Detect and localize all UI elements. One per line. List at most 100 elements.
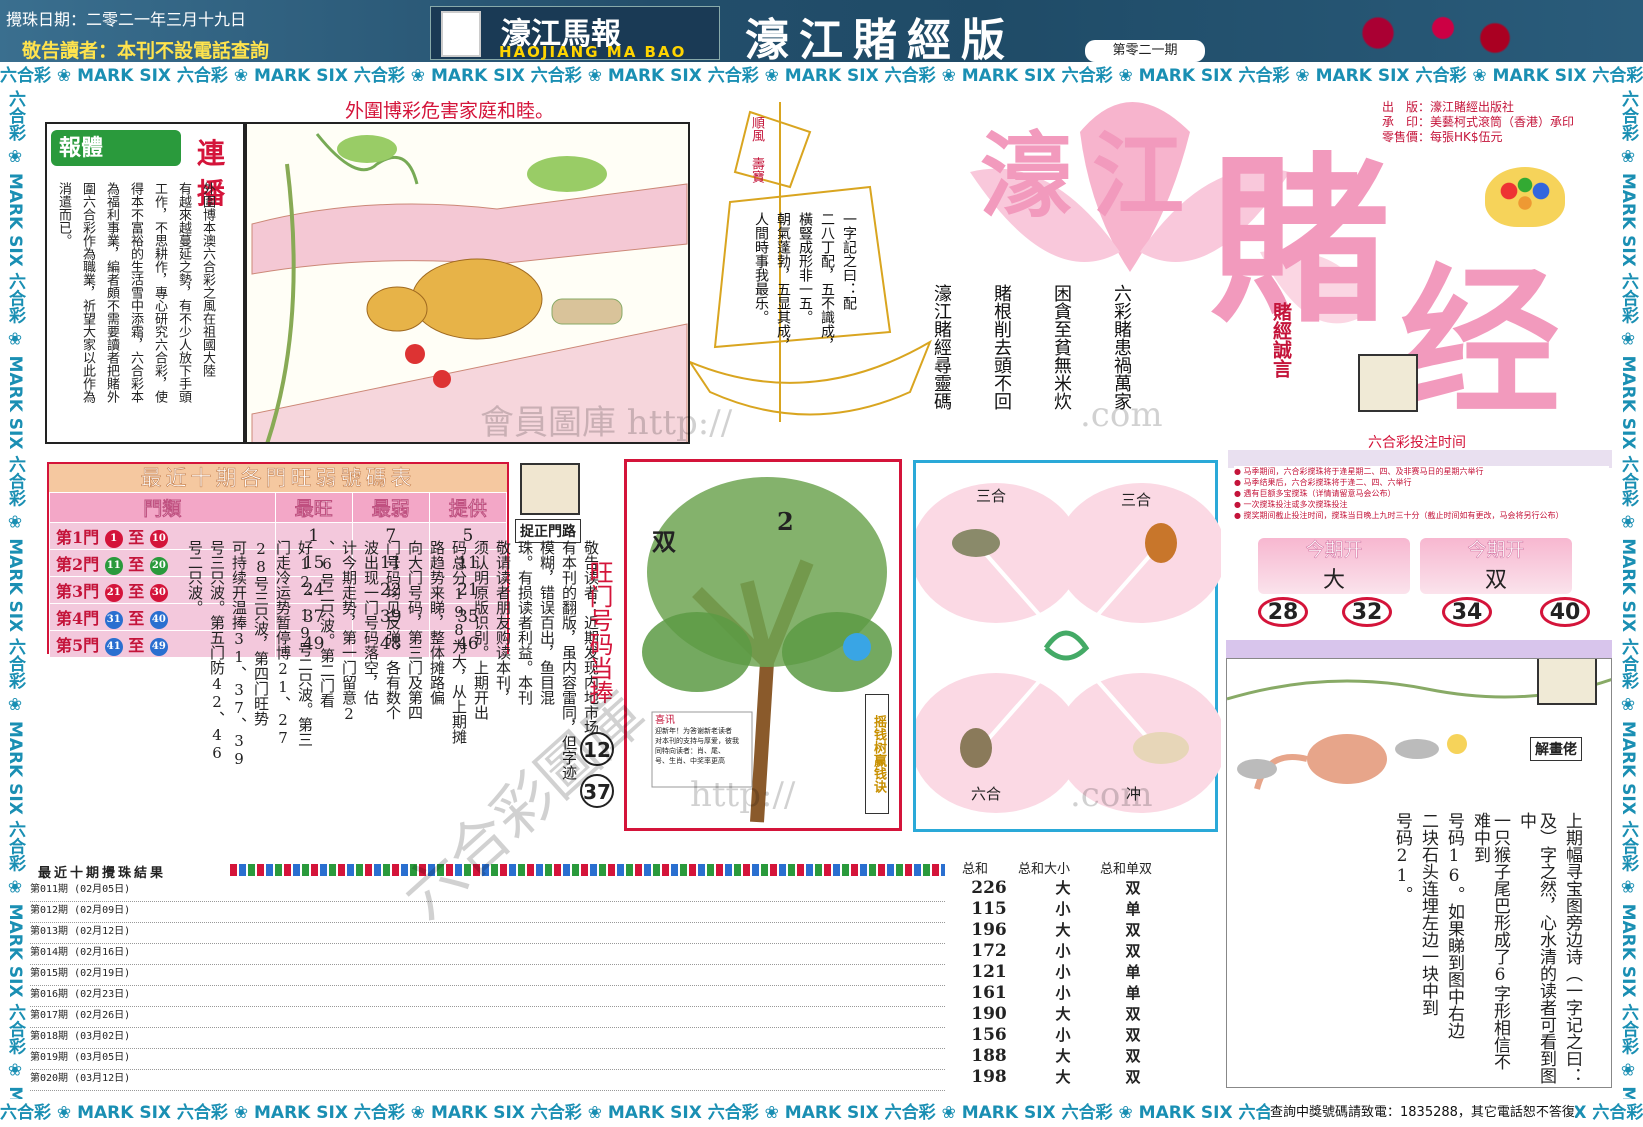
sum-cell: 198 — [971, 1067, 1007, 1087]
sum-cell: 115 — [971, 899, 1007, 919]
border-strip-left: 六合彩 ❀ MARK SIX 六合彩 ❀ MARK SIX 六合彩 ❀ MARK… — [0, 90, 30, 1099]
mini-notice: 喜讯 迎新年！为答谢新老读者 对本刊的支持与厚爱，彼我 同特向读者：肖、尾、 号… — [655, 716, 751, 766]
fireworks-decoration — [1300, 8, 1560, 58]
period-cell: 第017期 (02月26日) — [30, 1010, 131, 1021]
title-haojiang: 濠江 — [980, 122, 1205, 230]
period-cell: 第019期 (03月05日) — [30, 1052, 131, 1063]
petal-drawing — [916, 483, 1221, 813]
period-cell: 第016期 (02月23日) — [30, 989, 131, 1000]
price-line: 零售價：每張HK$伍元 — [1382, 130, 1503, 144]
ball-number-header — [230, 864, 945, 876]
size-cell: 小 — [1055, 900, 1071, 918]
tree-drawing — [642, 477, 892, 823]
analysis-line: 、6号二只波。第二门看 — [318, 540, 336, 708]
analysis-line: 模糊，错误百出，鱼目混 — [538, 540, 556, 705]
table-row: 第020期 (03月12日) — [30, 1069, 945, 1091]
pig-illustration — [251, 133, 688, 442]
mini-notice-line: 号、生肖、中奖率更高 — [655, 757, 725, 765]
totals-row: 188 大 双 — [950, 1045, 1170, 1066]
analysis-line: 门走冷运势暂停博21、27 — [274, 540, 292, 747]
door-name: 第2門 — [56, 555, 100, 574]
analysis-line: 波出现一门号码落空，估 — [362, 540, 380, 705]
bet-info-line: ● 马季期间，六合彩搅珠将于逢星期二、四、及非赛马日的星期六举行 — [1234, 467, 1484, 476]
parity-header: 总和单双 — [1100, 862, 1153, 877]
warning-line: 濠江賭經尋靈碼 — [931, 284, 952, 410]
zodiac-label-bottom-left: 六合 — [971, 785, 1002, 803]
mini-notice-line: 迎新年！为答谢新老读者 — [655, 727, 732, 735]
sailboat-poem: 順風 壽寶 一字記之曰：配 二八丁配，五不識成， 橫豎成形非一五。 朝氣蓬勃，五… — [687, 92, 935, 442]
mini-notice-title: 喜讯 — [655, 715, 675, 726]
parity-cell: 双 — [1125, 879, 1141, 897]
period-size-box: 今期开 大 — [1258, 538, 1410, 594]
comic-line: 有越來越蔓延之勢，有不少人放下手頭 — [176, 182, 191, 403]
poem-line: 橫豎成形非一五。 — [797, 212, 813, 324]
totals-row: 161 小 单 — [950, 982, 1170, 1003]
hot-number: 37 — [580, 774, 614, 808]
tree-label-left: 双 — [652, 527, 676, 556]
analysis-line: 好12、19号二只波。第三 — [296, 540, 314, 747]
mini-notice-line: 对本刊的支持与厚爱，彼我 — [655, 737, 739, 745]
comic-caption: 外圍博彩危害家庭和睦。 — [345, 100, 555, 122]
recent-results: 最近十期攪珠結果 第011期 (02月05日) 第012期 (02月09日) 第01… — [30, 862, 945, 1099]
monkey-line: 二块石头连埋左边一块中到 — [1418, 812, 1438, 1016]
pick-number: 28 — [1258, 597, 1308, 627]
comic-badge: 報體 — [51, 130, 181, 166]
parity-cell: 双 — [1125, 1005, 1141, 1023]
parity-cell: 双 — [1125, 1047, 1141, 1065]
comic-badge-label: 報體 — [59, 135, 104, 161]
comic-body: 外圍博本澳六合彩之風在祖國大陸 有越來越蔓延之勢，有不少人放下手頭 工作，不思耕… — [55, 182, 215, 437]
totals-row: 156 小 双 — [950, 1024, 1170, 1045]
period-head: 今期开 — [1305, 539, 1363, 562]
door-name: 第1門 — [56, 528, 100, 547]
totals-column: 总和 总和大小 总和单双 226 大双 115 小单 196 大双 172 小双 121 小单 16… — [950, 858, 1170, 1098]
totals-row: 115 小 单 — [950, 898, 1170, 919]
table-row: 第018期 (03月02日) — [30, 1027, 945, 1049]
totals-header: 总和 总和大小 总和单双 — [962, 858, 1170, 877]
zodiac-panel: 三合 三合 六合 冲 — [913, 460, 1221, 832]
table-row: 第015期 (02月19日) — [30, 964, 945, 986]
period-cell: 第011期 (02月05日) — [30, 884, 131, 895]
comic-line: 消遣而已。 — [56, 182, 71, 247]
sum-cell: 188 — [971, 1046, 1007, 1066]
monkey-line: 上期幅寻宝图旁边诗（一字记之曰： — [1562, 812, 1582, 1084]
edition-title: 濠江賭經版 — [745, 15, 1015, 66]
analysis-line: 敬请读者朋友购读本刊， — [494, 540, 512, 705]
analysis-line: 可持续开温捧31、37、39 — [230, 540, 248, 768]
sum-cell: 172 — [971, 941, 1007, 961]
period-cell: 第013期 (02月12日) — [30, 926, 131, 937]
hand-pointer-icon — [1537, 659, 1597, 705]
column-header: 最弱 — [351, 492, 430, 523]
totals-row: 196 大 双 — [950, 919, 1170, 940]
results-rows: 第011期 (02月05日) 第012期 (02月09日) 第013期 (02月12… — [30, 880, 945, 1099]
table-row: 第014期 (02月16日) — [30, 943, 945, 965]
pick-number: 34 — [1442, 597, 1492, 627]
query-phone-line: 查詢中獎號碼請致電：1835288，其它電話恕不答復 — [1270, 1101, 1575, 1120]
title-gamble: 賭 — [1210, 136, 1391, 347]
publisher-info: 出 版：濠江賭經出版社 承 印：美藝柯式滾筒（香港）承印 零售價：每張HK$伍元 — [1382, 100, 1574, 145]
warning-line: 賭根削去頭不回 — [991, 284, 1012, 410]
bet-info-line: ● 一次搅珠投注或多次搅珠投注 — [1234, 500, 1348, 509]
table-row: 第016期 (02月23日) — [30, 985, 945, 1007]
size-cell: 小 — [1055, 942, 1071, 960]
warning-line: 困貪至貧無米炊 — [1051, 284, 1072, 410]
analysis-line: 有本刊的翻版，虽内容雷同，但字迹 — [560, 540, 578, 780]
size-cell: 大 — [1055, 1047, 1071, 1065]
money-tree-panel: 双 2 喜讯 迎新年！为答谢新老读者 对本刊的支持与厚爱，彼我 同特向读者：肖、… — [624, 459, 902, 831]
table-row: 第013期 (02月12日) — [30, 922, 945, 944]
column-header: 最旺 — [274, 492, 353, 523]
monkey-line: 号码16。如果睇到图中右边 — [1444, 812, 1464, 1039]
parity-cell: 单 — [1125, 963, 1141, 981]
warning-poem: 六彩賭患禍萬家 困貪至貧無米炊 賭根削去頭不回 濠江賭經尋靈碼 — [930, 284, 1132, 434]
size-cell: 小 — [1055, 984, 1071, 1002]
analysis-line: 向大门号码，第三门及第四 — [406, 540, 424, 720]
analysis-line: 路趋势来睇，整体摊路偏 — [428, 540, 446, 705]
zodiac-label-top-left: 三合 — [976, 487, 1007, 505]
tree-tag: 摇钱树赢钱诀 — [865, 694, 889, 814]
boat-poem: 一字記之曰：配 二八丁配，五不識成， 橫豎成形非一五。 朝氣蓬勃，五显其成， 人… — [752, 212, 858, 412]
title-classic: 经 — [1400, 248, 1561, 436]
comic-text-panel: 報體 連播 外圍博本澳六合彩之風在祖國大陸 有越來越蔓延之勢，有不少人放下手頭 … — [45, 122, 245, 444]
poem-line: 人間時事我最乐。 — [753, 212, 769, 324]
pick-number: 40 — [1540, 597, 1590, 627]
parity-cell: 双 — [1125, 942, 1141, 960]
size-cell: 小 — [1055, 1026, 1071, 1044]
